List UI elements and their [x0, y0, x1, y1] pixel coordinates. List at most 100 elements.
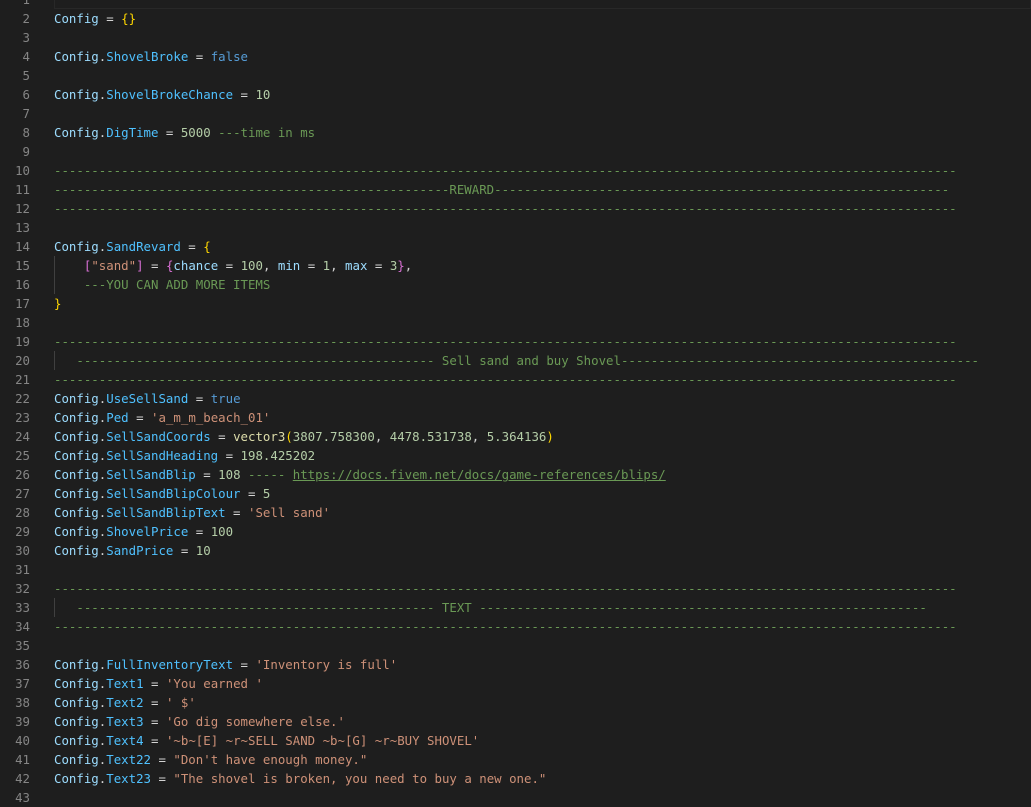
code-line[interactable]: 11 --------------------------------------… — [0, 180, 1031, 199]
code-text: ----------------------------------------… — [54, 180, 949, 199]
code-line[interactable]: 4 Config.ShovelBroke = false — [0, 47, 1031, 66]
code-text: Config.Ped = 'a_m_m_beach_01' — [54, 408, 270, 427]
code-text: ----------------------------------------… — [54, 332, 957, 351]
line-number: 33 — [15, 600, 30, 615]
code-line[interactable]: 14 Config.SandRevard = { — [0, 237, 1031, 256]
code-text: ----------------------------------------… — [54, 617, 957, 636]
operator: = — [218, 448, 241, 463]
property-name: Text3 — [106, 714, 144, 729]
code-line[interactable]: 33 -------------------------------------… — [0, 598, 1031, 617]
code-line[interactable]: 3 — [0, 28, 1031, 47]
code-line[interactable]: 28 Config.SellSandBlipText = 'Sell sand' — [0, 503, 1031, 522]
code-line[interactable]: 21 --------------------------------------… — [0, 370, 1031, 389]
operator: = — [151, 771, 174, 786]
code-line[interactable]: 35 — [0, 636, 1031, 655]
code-line[interactable]: 2 Config = {} — [0, 9, 1031, 28]
code-line[interactable]: 5 — [0, 66, 1031, 85]
string-literal: 'a_m_m_beach_01' — [151, 410, 271, 425]
code-line[interactable]: 42 Config.Text23 = "The shovel is broken,… — [0, 769, 1031, 788]
line-number: 11 — [15, 182, 30, 197]
operator: = — [173, 543, 196, 558]
operator: = — [240, 486, 263, 501]
code-line[interactable]: 25 Config.SellSandHeading = 198.425202 — [0, 446, 1031, 465]
operator: = — [151, 752, 174, 767]
code-line[interactable]: 41 Config.Text22 = "Don't have enough mon… — [0, 750, 1031, 769]
string-literal: "The shovel is broken, you need to buy a… — [173, 771, 547, 786]
code-line[interactable]: 12 --------------------------------------… — [0, 199, 1031, 218]
code-line[interactable]: 9 — [0, 142, 1031, 161]
code-text: ----------------------------------------… — [54, 199, 957, 218]
property-name: ShovelBrokeChance — [106, 87, 234, 102]
property-name: ShovelPrice — [106, 524, 189, 539]
code-line[interactable]: 6 Config.ShovelBrokeChance = 10 — [0, 85, 1031, 104]
operator: = — [233, 657, 256, 672]
line-number: 27 — [15, 486, 30, 501]
code-line[interactable]: 8 Config.DigTime = 5000 ---time in ms — [0, 123, 1031, 142]
code-line[interactable]: 34 --------------------------------------… — [0, 617, 1031, 636]
property-name: SandRevard — [106, 239, 181, 254]
code-text: ["sand"] = {chance = 100, min = 1, max =… — [54, 256, 412, 275]
line-number: 4 — [22, 49, 30, 64]
url-link[interactable]: https://docs.fivem.net/docs/game-referen… — [293, 467, 666, 482]
code-line[interactable]: 40 Config.Text4 = '~b~[E] ~r~SELL SAND ~b… — [0, 731, 1031, 750]
code-line[interactable]: 15 ["sand"] = {chance = 100, min = 1, ma… — [0, 256, 1031, 275]
operator: , — [374, 429, 390, 444]
operator: = — [225, 505, 248, 520]
code-line[interactable]: 24 Config.SellSandCoords = vector3(3807.7… — [0, 427, 1031, 446]
code-text: Config.ShovelBroke = false — [54, 47, 248, 66]
code-line[interactable]: 23 Config.Ped = 'a_m_m_beach_01' — [0, 408, 1031, 427]
line-number: 2 — [22, 11, 30, 26]
code-text: Config.ShovelBrokeChance = 10 — [54, 85, 270, 104]
identifier: Config — [54, 714, 99, 729]
number-literal: 10 — [195, 543, 211, 558]
code-line[interactable]: 29 Config.ShovelPrice = 100 — [0, 522, 1031, 541]
line-number: 35 — [15, 638, 30, 653]
code-text: Config.Text23 = "The shovel is broken, y… — [54, 769, 546, 788]
identifier: Config — [54, 391, 99, 406]
function-name: vector3 — [233, 429, 286, 444]
code-line[interactable]: 20 -------------------------------------… — [0, 351, 1031, 370]
code-line[interactable]: 7 — [0, 104, 1031, 123]
line-number: 23 — [15, 410, 30, 425]
code-line[interactable]: 13 — [0, 218, 1031, 237]
line-number: 26 — [15, 467, 30, 482]
operator: = — [233, 87, 256, 102]
code-line[interactable]: 27 Config.SellSandBlipColour = 5 — [0, 484, 1031, 503]
code-line[interactable]: 36 Config.FullInventoryText = 'Inventory … — [0, 655, 1031, 674]
boolean-literal: false — [210, 49, 248, 64]
code-line[interactable]: 31 — [0, 560, 1031, 579]
code-line[interactable]: 1 — [0, 0, 1031, 9]
bracket: ( — [285, 429, 293, 444]
bracket: { — [203, 239, 211, 254]
code-line[interactable]: 19 --------------------------------------… — [0, 332, 1031, 351]
code-line[interactable]: 26 Config.SellSandBlip = 108 ----- https:… — [0, 465, 1031, 484]
property-name: DigTime — [106, 125, 159, 140]
comment: ----------------------------------------… — [54, 334, 957, 349]
bracket: ) — [546, 429, 554, 444]
code-text: Config.Text22 = "Don't have enough money… — [54, 750, 367, 769]
code-line[interactable]: 32 --------------------------------------… — [0, 579, 1031, 598]
code-line[interactable]: 30 Config.SandPrice = 10 — [0, 541, 1031, 560]
code-line[interactable]: 18 — [0, 313, 1031, 332]
line-number: 36 — [15, 657, 30, 672]
operator: = — [210, 429, 234, 444]
identifier: Config — [54, 524, 99, 539]
operator: , — [471, 429, 487, 444]
identifier: Config — [54, 11, 99, 26]
identifier: Config — [54, 429, 99, 444]
code-editor[interactable]: 12Config = {}34Config.ShovelBroke = fals… — [0, 0, 1031, 807]
code-line[interactable]: 38 Config.Text2 = ' $' — [0, 693, 1031, 712]
code-line[interactable]: 37 Config.Text1 = 'You earned ' — [0, 674, 1031, 693]
code-line[interactable]: 43 — [0, 788, 1031, 807]
code-line[interactable]: 17} — [0, 294, 1031, 313]
code-text: ----------------------------------------… — [54, 598, 926, 617]
line-number: 40 — [15, 733, 30, 748]
line-number: 3 — [22, 30, 30, 45]
code-line[interactable]: 10 --------------------------------------… — [0, 161, 1031, 180]
code-line[interactable]: 16 ---YOU CAN ADD MORE ITEMS — [0, 275, 1031, 294]
code-line[interactable]: 39 Config.Text3 = 'Go dig somewhere else.… — [0, 712, 1031, 731]
line-number: 42 — [15, 771, 30, 786]
identifier: Config — [54, 733, 99, 748]
line-number: 39 — [15, 714, 30, 729]
code-line[interactable]: 22 Config.UseSellSand = true — [0, 389, 1031, 408]
